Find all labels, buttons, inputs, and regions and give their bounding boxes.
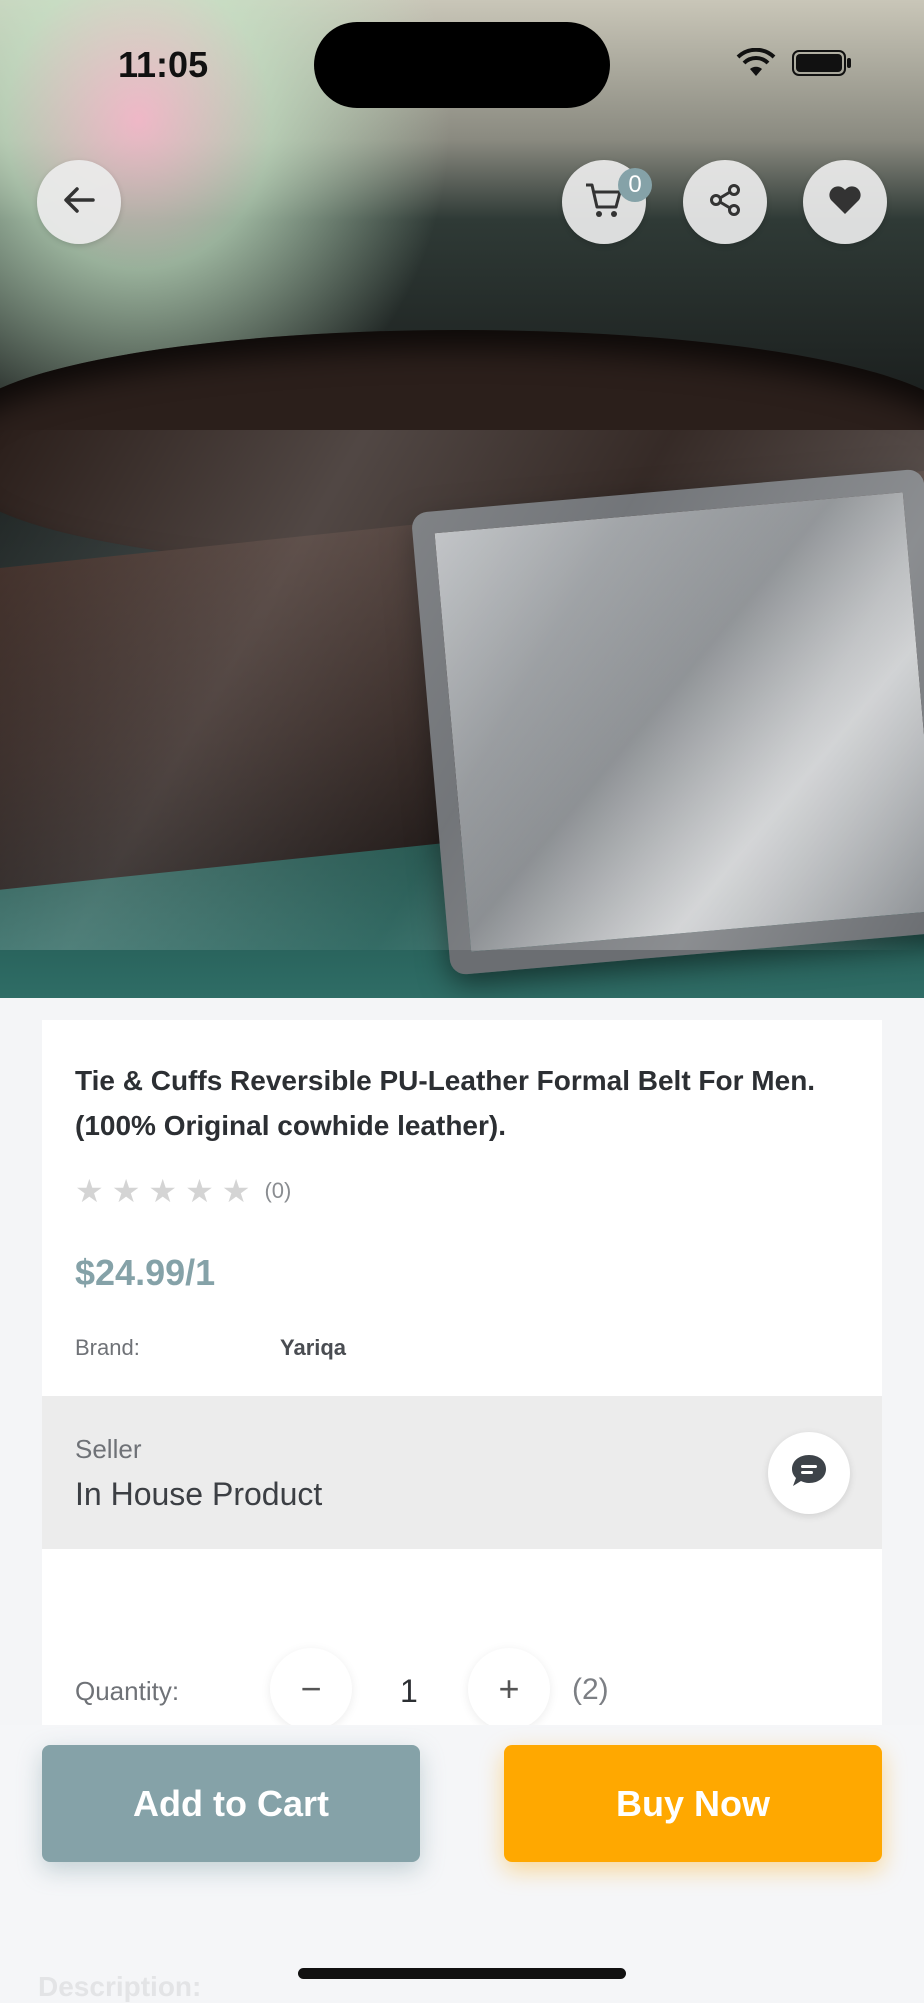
brand-value[interactable]: Yariqa	[280, 1335, 346, 1361]
add-to-cart-button[interactable]: Add to Cart	[42, 1745, 420, 1862]
stock-count: (2)	[572, 1673, 609, 1706]
chat-seller-button[interactable]	[768, 1432, 850, 1514]
star-icon: ★	[111, 1173, 141, 1209]
status-bar: 11:05	[0, 0, 924, 120]
heart-icon	[828, 185, 862, 220]
product-price: $24.99/1	[75, 1252, 216, 1293]
cart-count-badge: 0	[618, 168, 652, 202]
brand-label: Brand:	[75, 1335, 140, 1360]
seller-section: Seller In House Product	[42, 1396, 882, 1549]
quantity-increment-button[interactable]: +	[468, 1648, 550, 1730]
status-time: 11:05	[118, 44, 209, 85]
seller-name: In House Product	[75, 1476, 323, 1512]
quantity-value: 1	[400, 1673, 418, 1709]
seller-label: Seller	[75, 1434, 142, 1464]
buy-now-button[interactable]: Buy Now	[504, 1745, 882, 1862]
quantity-label: Quantity:	[75, 1676, 180, 1706]
description-label: Description:	[38, 1971, 202, 2002]
star-icon: ★	[75, 1173, 104, 1209]
dynamic-island	[314, 22, 610, 108]
arrow-left-icon	[59, 180, 99, 225]
rating-stars: ★ ★ ★ ★ ★ (0)	[75, 1175, 291, 1207]
back-button[interactable]	[37, 160, 121, 244]
quantity-decrement-button[interactable]: −	[270, 1648, 352, 1730]
chat-bubble-icon	[789, 1452, 829, 1495]
star-icon: ★	[148, 1173, 178, 1209]
share-button[interactable]	[683, 160, 767, 244]
rating-count: (0)	[264, 1178, 292, 1203]
star-icon: ★	[221, 1173, 251, 1209]
share-icon	[707, 182, 743, 223]
battery-icon	[792, 49, 852, 82]
bottom-action-bar: Add to Cart Buy Now Description:	[0, 1725, 924, 2002]
status-icons	[736, 47, 852, 83]
star-icon: ★	[185, 1173, 214, 1209]
wishlist-button[interactable]	[803, 160, 887, 244]
home-indicator	[298, 1968, 626, 1979]
plastic-wrap-graphic	[0, 430, 924, 950]
cart-button[interactable]: 0	[562, 160, 652, 244]
wifi-icon	[736, 47, 776, 83]
product-image[interactable]	[0, 0, 924, 998]
product-title: Tie & Cuffs Reversible PU-Leather Formal…	[75, 1065, 816, 1141]
